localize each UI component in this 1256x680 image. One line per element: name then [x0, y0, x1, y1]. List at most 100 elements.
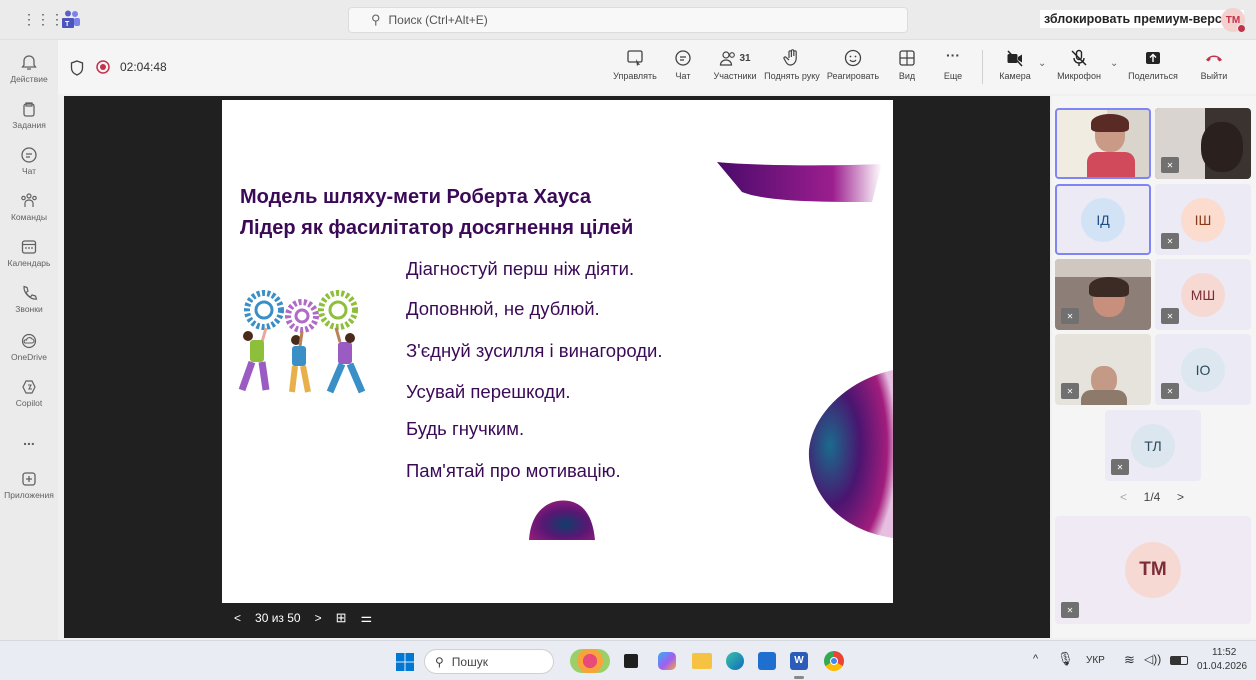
share-icon: [1146, 52, 1160, 64]
chat-button[interactable]: Чат: [668, 48, 698, 81]
tray-overflow-chevron-icon[interactable]: ^: [1033, 653, 1038, 665]
self-view-tile[interactable]: TM ✕: [1055, 516, 1251, 624]
word-app-icon[interactable]: W: [790, 652, 808, 670]
leave-button[interactable]: Выйти: [1194, 48, 1234, 81]
shield-icon[interactable]: [70, 60, 84, 76]
gallery-page-indicator: 1/4: [1143, 490, 1161, 504]
file-explorer-icon[interactable]: [692, 653, 712, 669]
participant-hair: [1091, 114, 1129, 132]
svg-text:T: T: [65, 21, 70, 28]
participants-button[interactable]: 31 Участники: [706, 48, 764, 81]
video-background: [1055, 259, 1151, 277]
mic-muted-badge: ✕: [1061, 602, 1079, 618]
app-grid-icon[interactable]: ⋮⋮⋮: [22, 11, 64, 28]
calendar-icon: [21, 240, 37, 254]
rail-item-calendar[interactable]: Календарь: [0, 238, 58, 268]
mic-off-icon: ✕: [1066, 311, 1074, 321]
rail-item-apps[interactable]: Приложения: [0, 470, 58, 500]
grid-view-icon: [899, 50, 915, 66]
camera-label: Камера: [999, 71, 1031, 81]
chat-label: Чат: [675, 71, 691, 81]
clock-time[interactable]: 11:52: [1212, 647, 1236, 658]
battery-icon[interactable]: [1170, 656, 1188, 665]
participants-count: 31: [739, 52, 751, 64]
participant-tile[interactable]: ІД: [1055, 184, 1151, 255]
slide-counter: 30 из 50: [255, 611, 301, 625]
participant-tile[interactable]: МШ ✕: [1155, 259, 1251, 330]
task-view-icon[interactable]: [624, 654, 638, 668]
more-button[interactable]: ··· Еще: [938, 48, 968, 81]
prev-page-chevron-icon[interactable]: <: [1120, 490, 1127, 504]
participant-video-tile[interactable]: ✕: [1055, 334, 1151, 405]
microphone-tray-icon[interactable]: 🎙: [1057, 651, 1074, 667]
participant-video-tile[interactable]: ✕: [1055, 259, 1151, 330]
participant-initials-avatar: ІШ: [1181, 197, 1225, 242]
view-button[interactable]: Вид: [892, 48, 922, 81]
rail-item-onedrive[interactable]: OneDrive: [0, 332, 58, 362]
slide-settings-icon[interactable]: ⚌: [361, 610, 373, 626]
mic-options-chevron-icon[interactable]: ⌄: [1110, 58, 1118, 69]
rail-item-more[interactable]: ...: [0, 432, 58, 448]
rail-item-copilot[interactable]: Copilot: [0, 378, 58, 408]
rail-label: Календарь: [7, 258, 51, 268]
store-icon[interactable]: [758, 652, 776, 670]
people-icon: [720, 51, 736, 66]
slide-decoration-top: [717, 162, 882, 202]
prev-slide-chevron-icon[interactable]: <: [234, 611, 241, 625]
slide-decoration-right: [808, 370, 893, 538]
volume-icon[interactable]: ◁)): [1144, 652, 1161, 666]
rail-item-calls[interactable]: Звонки: [0, 284, 58, 314]
rail-item-chat[interactable]: Чат: [0, 146, 58, 176]
chat-icon: [21, 147, 37, 163]
keyboard-language[interactable]: УКР: [1086, 655, 1105, 666]
premium-unlock-link[interactable]: зблокировать премиум-версию: [1040, 10, 1245, 28]
leave-label: Выйти: [1200, 71, 1228, 81]
rail-item-assignments[interactable]: Задания: [0, 100, 58, 130]
windows-start-icon[interactable]: [396, 653, 414, 671]
chrome-center: [830, 657, 838, 665]
wifi-icon[interactable]: ≋: [1124, 652, 1135, 668]
edge-browser-icon[interactable]: [726, 652, 744, 670]
teams-icon: [21, 193, 37, 207]
participant-video-tile[interactable]: [1055, 108, 1151, 179]
rail-item-teams[interactable]: Команды: [0, 192, 58, 222]
rail-item-activity[interactable]: Действие: [0, 54, 58, 84]
search-input[interactable]: ⚲ Поиск (Ctrl+Alt+E): [348, 7, 908, 33]
hang-up-icon: [1206, 55, 1222, 62]
taskbar-search[interactable]: ⚲ Пошук: [424, 649, 554, 674]
camera-options-chevron-icon[interactable]: ⌄: [1038, 58, 1046, 69]
phone-icon: [23, 285, 38, 300]
mic-muted-badge: ✕: [1061, 308, 1079, 324]
mic-button[interactable]: Микрофон: [1054, 48, 1104, 81]
rail-label: Задания: [12, 120, 46, 130]
mic-muted-badge: ✕: [1061, 383, 1079, 399]
camera-button[interactable]: Камера: [996, 48, 1034, 81]
participant-tile[interactable]: ІШ ✕: [1155, 184, 1251, 255]
manage-label: Управлять: [613, 71, 657, 81]
more-icon: ...: [23, 432, 35, 448]
assignments-icon: [23, 102, 35, 117]
slide-subtitle: Лідер як фасилітатор досягнення цілей: [240, 217, 634, 239]
gallery-pager: < 1/4 >: [1120, 490, 1184, 504]
slide-bullet: З'єднуй зусилля і винагороди.: [406, 340, 663, 361]
manage-button[interactable]: Управлять: [609, 48, 661, 81]
participant-video-tile[interactable]: ✕: [1155, 108, 1251, 179]
raise-hand-button[interactable]: Поднять руку: [762, 48, 822, 81]
share-button[interactable]: Поделиться: [1126, 48, 1180, 81]
slide-grid-icon[interactable]: ⊞: [336, 610, 347, 626]
react-button[interactable]: Реагировать: [824, 48, 882, 81]
rail-label: Звонки: [15, 304, 43, 314]
recording-icon: [96, 60, 110, 74]
next-page-chevron-icon[interactable]: >: [1177, 490, 1184, 504]
participant-tile[interactable]: ІО ✕: [1155, 334, 1251, 405]
next-slide-chevron-icon[interactable]: >: [315, 611, 322, 625]
camera-off-icon: [1007, 50, 1023, 67]
copilot-app-icon[interactable]: [658, 652, 676, 670]
clock-date[interactable]: 01.04.2026: [1197, 661, 1247, 672]
more-label: Еще: [943, 71, 963, 81]
flowers-widget-icon[interactable]: [570, 649, 610, 673]
rail-label: Действие: [10, 74, 48, 84]
manage-icon: [627, 50, 643, 67]
participant-tile[interactable]: ТЛ ✕: [1105, 410, 1201, 481]
chat-icon: [675, 50, 691, 66]
